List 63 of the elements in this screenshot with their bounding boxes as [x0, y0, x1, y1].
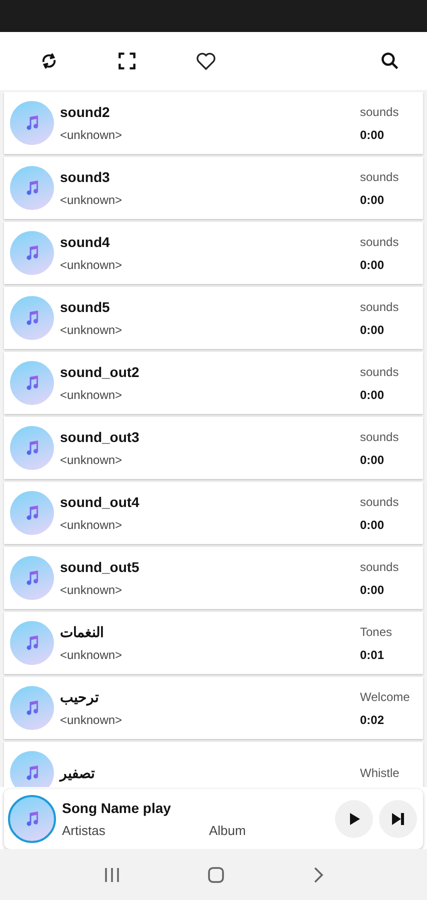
song-artist: <unknown>: [60, 518, 124, 532]
next-button[interactable]: [379, 800, 417, 838]
song-album: Welcome: [360, 690, 410, 704]
song-artist: <unknown>: [60, 193, 124, 207]
song-album: sounds: [360, 234, 399, 248]
song-album: sounds: [360, 494, 399, 508]
song-card[interactable]: sound_out4 <unknown> sounds 0:00: [4, 482, 423, 544]
song-duration: 0:01: [360, 648, 384, 662]
song-duration: 0:00: [360, 192, 384, 206]
song-album: sounds: [360, 364, 399, 378]
song-card[interactable]: sound_out5 <unknown> sounds 0:00: [4, 547, 423, 609]
song-duration: 0:00: [360, 128, 384, 142]
song-title: ترحيب: [60, 689, 100, 705]
back-icon: [312, 866, 324, 884]
song-artist: Artistas: [62, 823, 106, 838]
song-card[interactable]: sound5 <unknown> sounds 0:00: [4, 287, 423, 349]
song-duration: 0:00: [360, 452, 384, 466]
song-title: sound4: [60, 234, 111, 250]
play-button[interactable]: [335, 800, 373, 838]
fullscreen-icon: [116, 50, 138, 72]
song-title: النغمات: [60, 624, 105, 640]
song-title: sound5: [60, 299, 111, 315]
song-title: sound3: [60, 169, 111, 185]
recent-apps-icon: [103, 866, 122, 882]
song-duration: 0:00: [360, 388, 384, 402]
home-icon: [207, 866, 226, 884]
song-album: sounds: [360, 430, 399, 444]
song-duration: 0:00: [360, 322, 384, 336]
song-artist: <unknown>: [60, 258, 124, 272]
song-title: Song Name play: [62, 800, 172, 816]
song-title: sound_out3: [60, 429, 140, 445]
song-title: sound_out4: [60, 494, 140, 510]
play-icon: [347, 812, 361, 826]
song-artist: <unknown>: [60, 128, 124, 142]
song-album: sounds: [360, 560, 399, 574]
song-album: Album: [209, 823, 246, 838]
song-album: Tones: [360, 624, 392, 638]
song-artist: <unknown>: [60, 323, 124, 337]
song-title: sound_out2: [60, 364, 140, 380]
song-title: sound2: [60, 104, 111, 120]
song-artist: <unknown>: [60, 583, 124, 597]
song-artist: <unknown>: [60, 453, 124, 467]
song-album: sounds: [360, 300, 399, 314]
song-card[interactable]: sound_out2 <unknown> sounds 0:00: [4, 352, 423, 414]
skip-next-icon: [391, 812, 405, 826]
song-card[interactable]: sound3 <unknown> sounds 0:00: [4, 157, 423, 219]
song-card[interactable]: sound4 <unknown> sounds 0:00: [4, 222, 423, 284]
song-album: sounds: [360, 104, 399, 118]
song-duration: 0:00: [360, 258, 384, 272]
song-duration: 0:00: [360, 582, 384, 596]
search-icon: [379, 50, 401, 72]
song-duration: 0:00: [360, 518, 384, 532]
song-duration: 0:02: [360, 712, 384, 726]
mini-player[interactable]: Song Name play Artistas Album: [4, 789, 423, 849]
song-artist: <unknown>: [60, 713, 124, 727]
song-album: Whistle: [360, 766, 400, 780]
song-artist: <unknown>: [60, 648, 124, 662]
song-title: تصفير: [60, 765, 96, 781]
song-card[interactable]: sound2 <unknown> sounds 0:00: [4, 92, 423, 154]
song-artist: <unknown>: [60, 388, 124, 402]
song-card[interactable]: sound_out3 <unknown> sounds 0:00: [4, 417, 423, 479]
song-album: sounds: [360, 170, 399, 184]
song-title: sound_out5: [60, 559, 140, 575]
